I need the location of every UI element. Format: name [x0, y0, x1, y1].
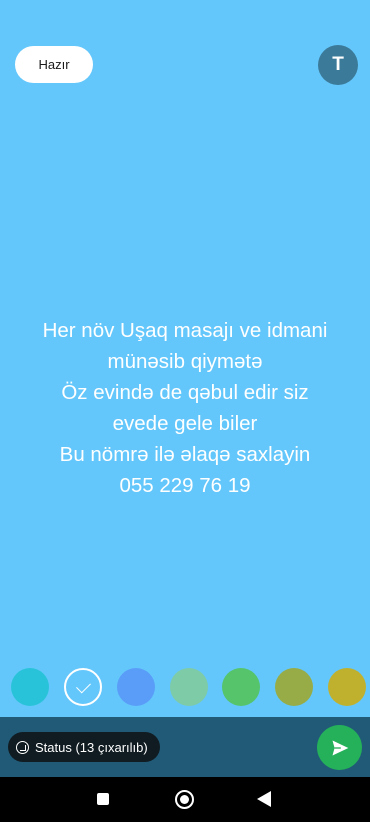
message-line: Öz evində de qəbul edir siz [61, 381, 309, 404]
color-swatch[interactable] [275, 668, 313, 706]
send-arrow-icon [332, 740, 348, 755]
message-line: evede gele biler [112, 412, 258, 435]
message-line: 055 229 76 19 [119, 474, 251, 497]
home-circle-icon[interactable] [175, 790, 194, 809]
system-navigation-bar [0, 777, 370, 822]
message-line: Her növ Uşaq masajı ve idmani [42, 319, 328, 342]
color-palette [0, 668, 370, 708]
checkmark-icon [75, 678, 91, 693]
status-ring-icon [16, 740, 29, 754]
color-swatch[interactable] [11, 668, 49, 706]
color-swatch[interactable] [117, 668, 155, 706]
color-swatch[interactable] [64, 668, 102, 706]
status-audience-chip[interactable]: Status (13 çıxarılıb) [8, 732, 160, 762]
message-line: Bu nömrə ilə əlaqə saxlayin [59, 443, 311, 466]
back-triangle-icon[interactable] [257, 791, 271, 807]
text-tool-label: T [332, 54, 344, 75]
send-button[interactable] [317, 725, 362, 770]
status-audience-label: Status (13 çıxarılıb) [35, 739, 148, 755]
color-swatch[interactable] [170, 668, 208, 706]
status-editor-screen: Hazır T Her növ Uşaq masajı ve idmani mü… [0, 0, 370, 822]
color-swatch[interactable] [328, 668, 366, 706]
recents-square-icon[interactable] [97, 793, 109, 805]
done-button[interactable]: Hazır [15, 46, 93, 83]
status-text-area[interactable]: Her növ Uşaq masajı ve idmani münəsib qi… [10, 315, 360, 501]
text-tool-button[interactable]: T [318, 45, 358, 85]
message-line: münəsib qiymətə [107, 350, 263, 373]
bottom-bar: Status (13 çıxarılıb) [0, 717, 370, 777]
color-swatch[interactable] [222, 668, 260, 706]
